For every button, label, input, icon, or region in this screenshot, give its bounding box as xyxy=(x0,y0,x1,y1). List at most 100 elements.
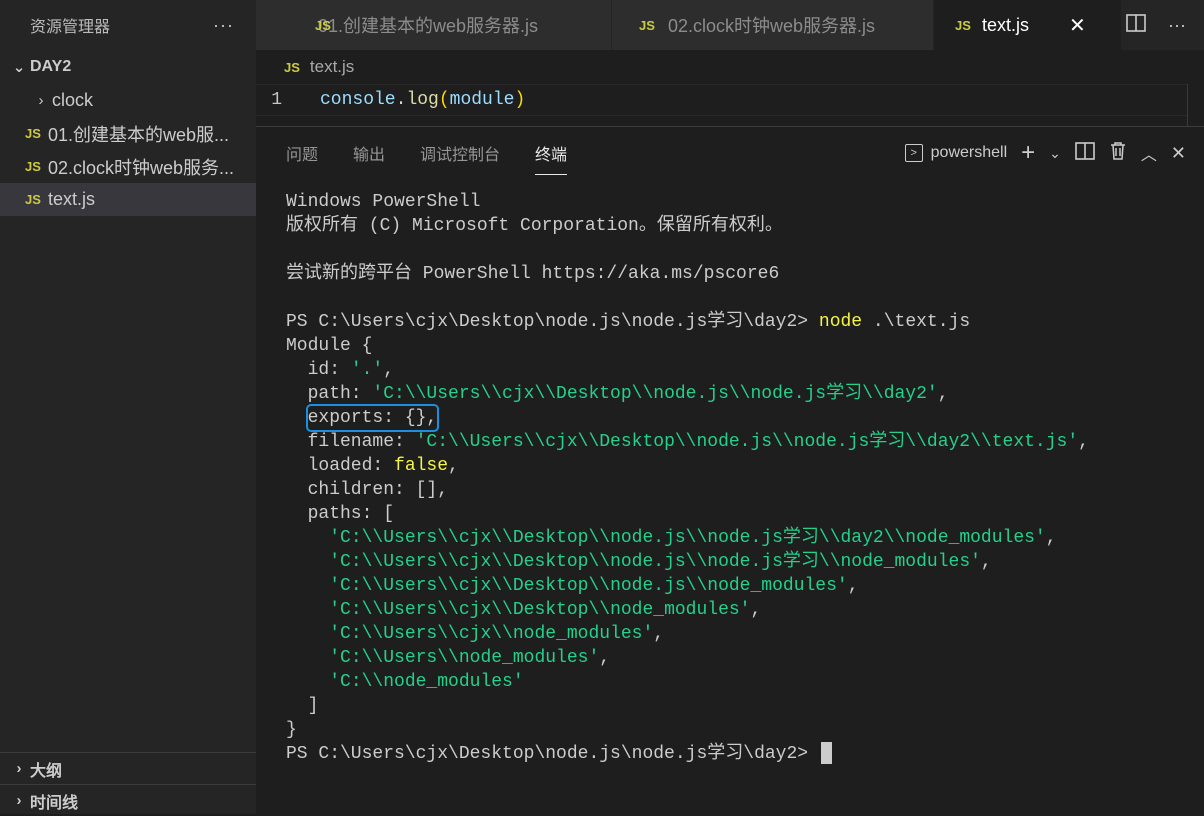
trash-icon[interactable] xyxy=(1109,141,1127,166)
terminal-prompt: PS C:\Users\cjx\Desktop\node.js\node.js学… xyxy=(286,744,819,764)
sidebar-item-text-js[interactable]: JS text.js xyxy=(0,183,256,216)
terminal-line: 'C:\\Users\\node_modules', xyxy=(329,648,611,668)
timeline-section[interactable]: › 时间线 xyxy=(0,784,256,816)
chevron-right-icon: › xyxy=(16,792,22,809)
tab-01[interactable]: JS 01.创建基本的web服务器.js xyxy=(256,0,612,50)
tab-problems[interactable]: 问题 xyxy=(286,131,318,175)
tab-actions: ··· xyxy=(1126,0,1204,50)
code-token-paren-open: ( xyxy=(438,90,450,110)
more-actions-icon[interactable]: ··· xyxy=(213,15,234,36)
tab-output[interactable]: 输出 xyxy=(353,131,385,175)
terminal-line: 'C:\\Users\\cjx\\Desktop\\node_modules', xyxy=(329,600,762,620)
line-number: 1 xyxy=(271,90,282,110)
terminal-line: 尝试新的跨平台 PowerShell https://aka.ms/pscore… xyxy=(286,264,780,284)
terminal-line: children: [], xyxy=(286,480,449,500)
close-panel-icon[interactable]: ✕ xyxy=(1171,143,1186,164)
path-entry: 'C:\\Users\\node_modules' xyxy=(329,648,600,668)
terminal-line: exports: {}, xyxy=(286,404,1194,432)
terminal-prompt-line: PS C:\Users\cjx\Desktop\node.js\node.js学… xyxy=(286,742,1194,766)
sidebar-item-clock[interactable]: › clock xyxy=(0,84,256,117)
sidebar-item-label: text.js xyxy=(48,189,96,209)
close-icon[interactable]: ✕ xyxy=(1069,13,1086,38)
tab-label: 01.创建基本的web服务器.js xyxy=(318,16,539,36)
terminal-line: Module { xyxy=(286,336,373,356)
terminal-line: 'C:\\Users\\cjx\\Desktop\\node.js\\node_… xyxy=(329,576,859,596)
tab-terminal[interactable]: 终端 xyxy=(535,131,568,175)
chevron-right-icon: › xyxy=(38,92,44,109)
tab-text-js[interactable]: JS text.js ✕ xyxy=(934,0,1122,50)
terminal-line: id: '.', xyxy=(286,360,395,380)
outline-label: 大纲 xyxy=(30,762,63,780)
terminal-command-arg: .\text.js xyxy=(862,312,971,332)
key-filename: filename: xyxy=(286,432,416,452)
path-entry: 'C:\\Users\\cjx\\Desktop\\node.js\\node.… xyxy=(329,528,1046,548)
terminal-line: filename: 'C:\\Users\\cjx\\Desktop\\node… xyxy=(286,432,1089,452)
sidebar-item-file-02[interactable]: JS 02.clock时钟web服务... xyxy=(0,150,256,183)
breadcrumb-file[interactable]: text.js xyxy=(310,57,354,77)
terminal-selector[interactable]: > powershell xyxy=(904,144,1007,162)
sidebar-item-label: 02.clock时钟web服务... xyxy=(48,157,235,178)
tab-debug-console[interactable]: 调试控制台 xyxy=(420,131,500,175)
code-token-module: module xyxy=(449,90,515,110)
js-file-icon: JS xyxy=(315,17,331,33)
terminal-line: 'C:\\node_modules' xyxy=(286,670,1194,694)
timeline-label: 时间线 xyxy=(30,794,79,812)
tab-02[interactable]: JS 02.clock时钟web服务器.js xyxy=(612,0,934,50)
tab-label: 02.clock时钟web服务器.js xyxy=(668,16,876,36)
chevron-down-icon[interactable]: ⌄ xyxy=(1049,145,1061,162)
key-id: id: xyxy=(286,360,351,380)
path-entry: 'C:\\node_modules' xyxy=(329,672,524,692)
explorer-header: 资源管理器 ··· xyxy=(0,0,256,50)
path-entry: 'C:\\Users\\cjx\\Desktop\\node_modules' xyxy=(329,600,751,620)
chevron-down-icon: ⌄ xyxy=(12,59,26,76)
code-token-paren-close: ) xyxy=(514,90,526,110)
explorer-sidebar: 资源管理器 ··· ⌄ DAY2 › clock JS 01.创建基本的web服… xyxy=(0,0,256,814)
maximize-panel-icon[interactable]: ︿ xyxy=(1141,141,1157,165)
terminal-line: loaded: false, xyxy=(286,456,459,476)
sidebar-item-label: 01.创建基本的web服... xyxy=(48,124,230,145)
editor-scrollbar[interactable] xyxy=(1187,84,1204,126)
explorer-title: 资源管理器 xyxy=(30,19,111,36)
folder-label: DAY2 xyxy=(30,58,72,75)
key-loaded: loaded: xyxy=(286,456,395,476)
terminal-line: 版权所有 (C) Microsoft Corporation。保留所有权利。 xyxy=(286,216,783,236)
breadcrumb: JS text.js xyxy=(256,50,1204,84)
terminal-line: 'C:\\Users\\cjx\\node_modules', xyxy=(329,624,665,644)
terminal-command-line: PS C:\Users\cjx\Desktop\node.js\node.js学… xyxy=(286,310,1194,334)
tab-label: text.js xyxy=(982,14,1030,35)
js-file-icon: JS xyxy=(955,17,971,33)
path-entry: 'C:\\Users\\cjx\\node_modules' xyxy=(329,624,654,644)
chevron-right-icon: › xyxy=(16,760,22,777)
sidebar-item-file-01[interactable]: JS 01.创建基本的web服... xyxy=(0,117,256,150)
terminal-icon: > xyxy=(904,144,923,162)
js-file-icon: JS xyxy=(639,17,655,33)
more-actions-icon[interactable]: ··· xyxy=(1168,15,1186,36)
new-terminal-icon[interactable]: + xyxy=(1021,139,1035,167)
js-file-icon: JS xyxy=(284,59,300,75)
code-token-dot: . xyxy=(395,90,407,110)
terminal-command: node xyxy=(818,312,863,332)
terminal-line: ] xyxy=(286,696,319,716)
sidebar-item-label: clock xyxy=(52,90,94,110)
code-token-log: log xyxy=(406,90,439,110)
value-path: 'C:\\Users\\cjx\\Desktop\\node.js\\node.… xyxy=(372,384,938,404)
terminal-line: path: 'C:\\Users\\cjx\\Desktop\\node.js\… xyxy=(286,384,949,404)
terminal-prompt: PS C:\Users\cjx\Desktop\node.js\node.js学… xyxy=(286,312,819,332)
split-editor-icon[interactable] xyxy=(1126,13,1146,37)
js-file-icon: JS xyxy=(25,159,41,174)
split-terminal-icon[interactable] xyxy=(1075,141,1095,165)
terminal-line: Windows PowerShell xyxy=(286,192,481,212)
value-loaded: false xyxy=(394,456,449,476)
folder-day2[interactable]: ⌄ DAY2 xyxy=(0,50,256,84)
terminal-cursor xyxy=(820,742,832,765)
outline-section[interactable]: › 大纲 xyxy=(0,752,256,784)
panel-actions: > powershell + ⌄ ︿ ✕ xyxy=(904,127,1186,179)
terminal-line: paths: [ xyxy=(286,504,395,524)
code-line-1[interactable]: 1 console. log(module) xyxy=(256,84,1188,116)
value-filename: 'C:\\Users\\cjx\\Desktop\\node.js\\node.… xyxy=(415,432,1079,452)
path-entry: 'C:\\Users\\cjx\\Desktop\\node.js\\node.… xyxy=(329,552,981,572)
terminal-output[interactable]: Windows PowerShell 版权所有 (C) Microsoft Co… xyxy=(286,190,1194,766)
js-file-icon: JS xyxy=(25,192,41,207)
terminal-line: 'C:\\Users\\cjx\\Desktop\\node.js\\node.… xyxy=(329,528,1057,548)
